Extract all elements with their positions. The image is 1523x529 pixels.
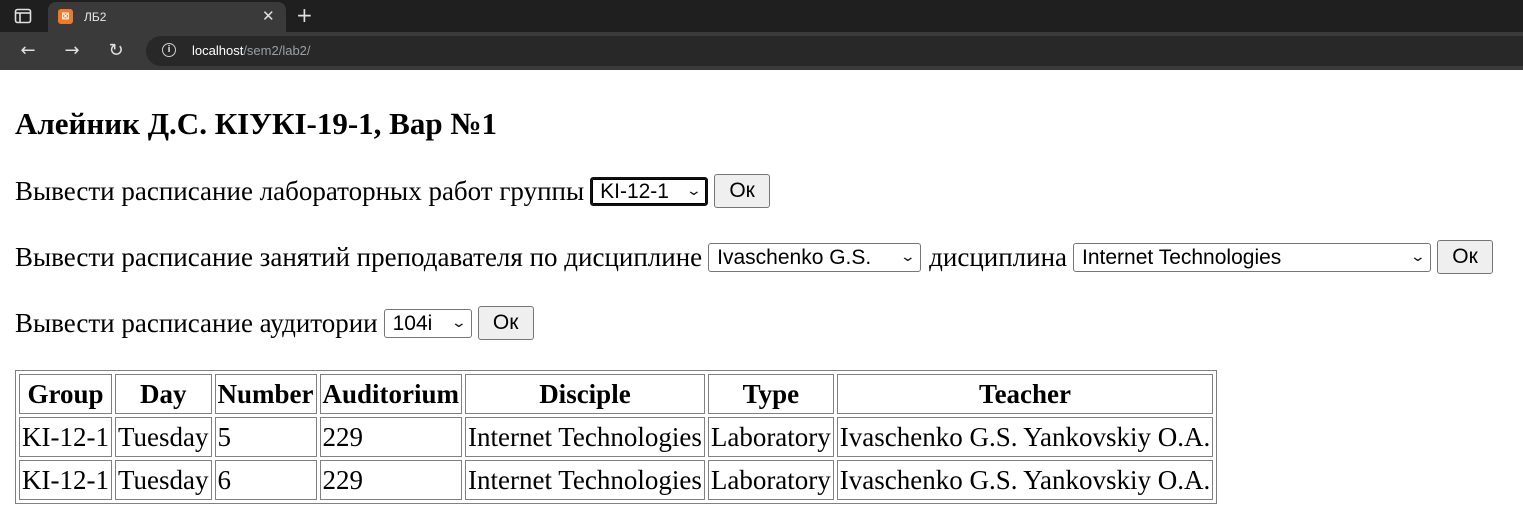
auditorium-form-label: Вывести расписание аудитории xyxy=(15,307,378,338)
browser-tab[interactable]: ⊠ ЛБ2 ✕ xyxy=(48,2,286,32)
table-cell: KI-12-1 xyxy=(19,417,112,457)
table-cell: 5 xyxy=(214,417,317,457)
table-row: KI-12-1 Tuesday 5 229 Internet Technolog… xyxy=(19,417,1214,457)
browser-toolbar: ← → ↻ i localhost/sem2/lab2/ xyxy=(0,32,1523,70)
table-cell: 229 xyxy=(319,417,463,457)
table-cell: Laboratory xyxy=(707,417,834,457)
auditorium-select[interactable]: 104i ⌄ xyxy=(383,308,472,338)
chevron-down-icon: ⌄ xyxy=(686,183,703,199)
plus-icon[interactable]: + xyxy=(296,3,313,27)
auditorium-schedule-form: Вывести расписание аудитории 104i ⌄ Ок xyxy=(15,306,534,340)
column-header: Group xyxy=(19,374,112,414)
chevron-down-icon: ⌄ xyxy=(1409,249,1427,265)
group-select[interactable]: KI-12-1 ⌄ xyxy=(589,175,710,207)
table-cell: 229 xyxy=(319,460,463,500)
group-ok-button[interactable]: Ок xyxy=(714,174,771,208)
url-host: localhost xyxy=(192,43,244,58)
column-header: Number xyxy=(214,374,317,414)
teacher-schedule-form: Вывести расписание занятий преподавателя… xyxy=(15,240,1494,274)
forward-arrow-icon[interactable]: → xyxy=(60,39,84,63)
column-header: Day xyxy=(114,374,212,414)
column-header: Auditorium xyxy=(319,374,463,414)
teacher-select[interactable]: Ivaschenko G.S. ⌄ xyxy=(708,242,922,272)
tab-switcher-icon[interactable] xyxy=(14,8,32,24)
discipline-select-value: Internet Technologies xyxy=(1082,245,1282,269)
tab-title: ЛБ2 xyxy=(84,10,107,24)
discipline-label: дисциплина xyxy=(929,241,1068,272)
url-text[interactable]: localhost/sem2/lab2/ xyxy=(192,43,311,59)
table-cell: Laboratory xyxy=(707,460,834,500)
table-header-row: Group Day Number Auditorium Disciple Typ… xyxy=(19,374,1214,414)
table-cell: Internet Technologies xyxy=(465,460,705,500)
address-bar[interactable]: i localhost/sem2/lab2/ xyxy=(146,36,1523,66)
back-arrow-icon[interactable]: ← xyxy=(16,39,40,63)
tab-strip: ⊠ ЛБ2 ✕ + xyxy=(0,0,1523,32)
discipline-select[interactable]: Internet Technologies ⌄ xyxy=(1073,242,1432,272)
url-path: /sem2/lab2/ xyxy=(243,43,311,58)
table-cell: Ivaschenko G.S. Yankovskiy O.A. xyxy=(836,417,1214,457)
group-select-value: KI-12-1 xyxy=(600,179,669,203)
group-schedule-form: Вывести расписание лабораторных работ гр… xyxy=(15,174,771,208)
auditorium-ok-button[interactable]: Ок xyxy=(477,306,534,340)
table-cell: 6 xyxy=(214,460,317,500)
chevron-down-icon: ⌄ xyxy=(450,315,467,331)
reload-icon[interactable]: ↻ xyxy=(104,39,128,63)
table-cell: Ivaschenko G.S. Yankovskiy O.A. xyxy=(836,460,1214,500)
group-form-label: Вывести расписание лабораторных работ гр… xyxy=(15,175,585,206)
table-row: KI-12-1 Tuesday 6 229 Internet Technolog… xyxy=(19,460,1214,500)
info-icon[interactable]: i xyxy=(162,43,176,57)
teacher-form-label: Вывести расписание занятий преподавателя… xyxy=(15,241,703,272)
column-header: Disciple xyxy=(465,374,705,414)
table-cell: KI-12-1 xyxy=(19,460,112,500)
column-header: Type xyxy=(707,374,834,414)
teacher-select-value: Ivaschenko G.S. xyxy=(717,245,872,269)
table-cell: Internet Technologies xyxy=(465,417,705,457)
table-cell: Tuesday xyxy=(114,460,212,500)
xampp-favicon-icon: ⊠ xyxy=(58,9,73,24)
teacher-ok-button[interactable]: Ок xyxy=(1437,240,1494,274)
column-header: Teacher xyxy=(836,374,1214,414)
auditorium-select-value: 104i xyxy=(392,311,433,335)
schedule-table: Group Day Number Auditorium Disciple Typ… xyxy=(15,370,1218,504)
page-heading: Алейник Д.С. КІУКІ-19-1, Вар №1 xyxy=(15,106,497,141)
table-cell: Tuesday xyxy=(114,417,212,457)
chevron-down-icon: ⌄ xyxy=(900,249,917,265)
close-icon[interactable]: ✕ xyxy=(262,7,275,25)
